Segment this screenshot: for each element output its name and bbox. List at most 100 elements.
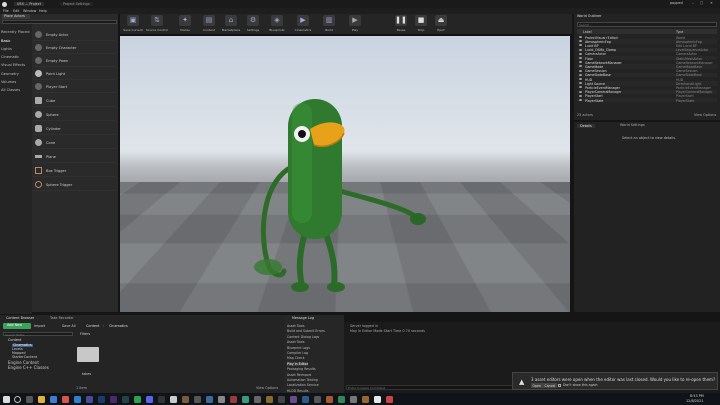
visibility-eye-icon[interactable]	[579, 52, 582, 55]
photoshop-icon[interactable]	[98, 395, 105, 403]
details-tab[interactable]: Details	[577, 124, 595, 129]
import-button[interactable]: Import	[34, 324, 45, 328]
mail-icon[interactable]	[74, 395, 81, 403]
content-browser-tab[interactable]: Content Browser	[6, 316, 34, 320]
category-all-classes[interactable]: All Classes	[1, 88, 20, 92]
app-icon[interactable]	[230, 395, 237, 403]
actor-cone[interactable]: Cone	[33, 136, 117, 149]
close-button[interactable]: ✕	[710, 1, 713, 5]
actor-player-start[interactable]: Player Start	[33, 80, 117, 93]
message-log-item[interactable]: Build and Submit Errors	[287, 329, 325, 333]
tray-clock[interactable]: 8:53 PM	[690, 394, 704, 398]
tree-engine-cpp-classes[interactable]: Engine C++ Classes	[8, 366, 49, 370]
app-icon[interactable]	[254, 395, 261, 403]
visibility-eye-icon[interactable]	[579, 94, 582, 97]
col-label-header[interactable]: Label	[583, 30, 592, 34]
message-log-item[interactable]: Asset Tools	[287, 340, 305, 344]
build-button[interactable]: ▥ Build	[318, 14, 340, 34]
app-icon[interactable]	[266, 395, 273, 403]
source-control-button[interactable]: ⇅ Source Control	[146, 14, 168, 34]
visibility-eye-icon[interactable]	[579, 44, 582, 47]
category-recently-placed[interactable]: Recently Placed	[1, 30, 30, 34]
stop-button[interactable]: ■ Stop	[410, 14, 432, 34]
app-icon[interactable]	[194, 395, 201, 403]
menu-file[interactable]: File	[3, 9, 9, 13]
actor-sphere-trigger[interactable]: Sphere Trigger	[33, 178, 117, 191]
notification-open-button[interactable]: Open	[531, 383, 543, 388]
minimize-button[interactable]: –	[692, 1, 694, 5]
outliner-search-input[interactable]	[577, 22, 717, 27]
app-icon[interactable]	[242, 395, 249, 403]
tree-starter-content[interactable]: StarterContent	[12, 355, 37, 359]
epic-launcher-icon[interactable]	[158, 395, 165, 403]
app-icon[interactable]	[386, 395, 393, 403]
app-icon[interactable]	[182, 395, 189, 403]
project-tab[interactable]: UE4 — Project	[14, 2, 44, 7]
category-basic[interactable]: Basic	[1, 39, 11, 43]
actor-empty-actor[interactable]: Empty Actor	[33, 28, 117, 41]
visibility-eye-icon[interactable]	[579, 48, 582, 51]
take-recorder-tab[interactable]: Take Recorder	[50, 316, 74, 320]
folder-takes[interactable]: takes	[76, 345, 100, 376]
actor-empty-character[interactable]: Empty Character	[33, 41, 117, 54]
user-name[interactable]: popped	[670, 1, 683, 5]
browser-icon[interactable]	[50, 395, 57, 403]
start-icon[interactable]	[3, 395, 10, 403]
app-icon[interactable]	[206, 395, 213, 403]
visibility-eye-icon[interactable]	[579, 57, 582, 59]
message-log-item[interactable]: Asset Tools	[287, 324, 305, 328]
spotify-icon[interactable]	[134, 395, 141, 403]
visibility-eye-icon[interactable]	[579, 82, 582, 85]
content-button[interactable]: ▤ Content	[198, 14, 220, 34]
outliner-row[interactable]: PlayerState PlayerState	[577, 98, 717, 103]
save-all-button[interactable]: Save All	[62, 324, 76, 328]
category-volumes[interactable]: Volumes	[1, 80, 16, 84]
app-icon[interactable]	[218, 395, 225, 403]
actor-plane[interactable]: Plane	[33, 150, 117, 163]
category-lights[interactable]: Lights	[1, 47, 12, 51]
actor-sphere[interactable]: Sphere	[33, 108, 117, 121]
visibility-eye-icon[interactable]	[579, 73, 582, 76]
app-icon[interactable]	[314, 395, 321, 403]
eject-button[interactable]: ⏏ Eject	[430, 14, 452, 34]
play-button[interactable]: ▶ Play	[344, 14, 366, 34]
message-log-item[interactable]: Play In Editor	[287, 361, 309, 366]
col-type-header[interactable]: Type	[676, 30, 683, 34]
actor-cube[interactable]: Cube	[33, 94, 117, 107]
visibility-eye-icon[interactable]	[579, 40, 582, 43]
maximize-button[interactable]: □	[700, 1, 703, 5]
actor-point-light[interactable]: Point Light	[33, 67, 117, 80]
marketplace-button[interactable]: ⌂ Marketplace	[220, 14, 242, 34]
menu-window[interactable]: Window	[23, 9, 36, 13]
visibility-eye-icon[interactable]	[579, 78, 582, 80]
steam-icon[interactable]	[122, 395, 129, 403]
actor-cylinder[interactable]: Cylinder	[33, 122, 117, 135]
modes-button[interactable]: ✦ Modes	[174, 14, 196, 34]
app-icon[interactable]	[278, 395, 285, 403]
path-content[interactable]: Content	[86, 324, 100, 328]
actor-box-trigger[interactable]: Box Trigger	[33, 164, 117, 177]
path-cinematics[interactable]: Cinematics	[109, 324, 128, 328]
app-icon[interactable]	[350, 395, 357, 403]
chrome-icon[interactable]	[62, 395, 69, 403]
file-explorer-icon[interactable]	[38, 395, 45, 403]
store-icon[interactable]	[86, 395, 93, 403]
menu-help[interactable]: Help	[39, 9, 47, 13]
message-log-tab[interactable]: Message Log	[292, 316, 314, 320]
pause-button[interactable]: ❚❚ Pause	[390, 14, 412, 34]
category-geometry[interactable]: Geometry	[1, 72, 19, 76]
premiere-icon[interactable]	[110, 395, 117, 403]
visibility-eye-icon[interactable]	[579, 65, 582, 68]
message-log-item[interactable]: Packaging Results	[287, 367, 316, 371]
visibility-eye-icon[interactable]	[579, 99, 582, 101]
add-new-button[interactable]: Add New	[3, 323, 31, 329]
app-icon[interactable]	[326, 395, 333, 403]
visibility-eye-icon[interactable]	[579, 90, 582, 93]
message-log-item[interactable]: Asset Reimport	[287, 373, 311, 377]
message-log-item[interactable]: Automation Testing	[287, 378, 318, 382]
search-icon[interactable]	[14, 395, 21, 403]
visibility-eye-icon[interactable]	[579, 61, 582, 64]
filters-button[interactable]: Filters	[80, 332, 90, 336]
cinematics-button[interactable]: ▶ Cinematics	[292, 14, 314, 34]
place-actors-tab[interactable]: Place Actors	[2, 14, 30, 19]
